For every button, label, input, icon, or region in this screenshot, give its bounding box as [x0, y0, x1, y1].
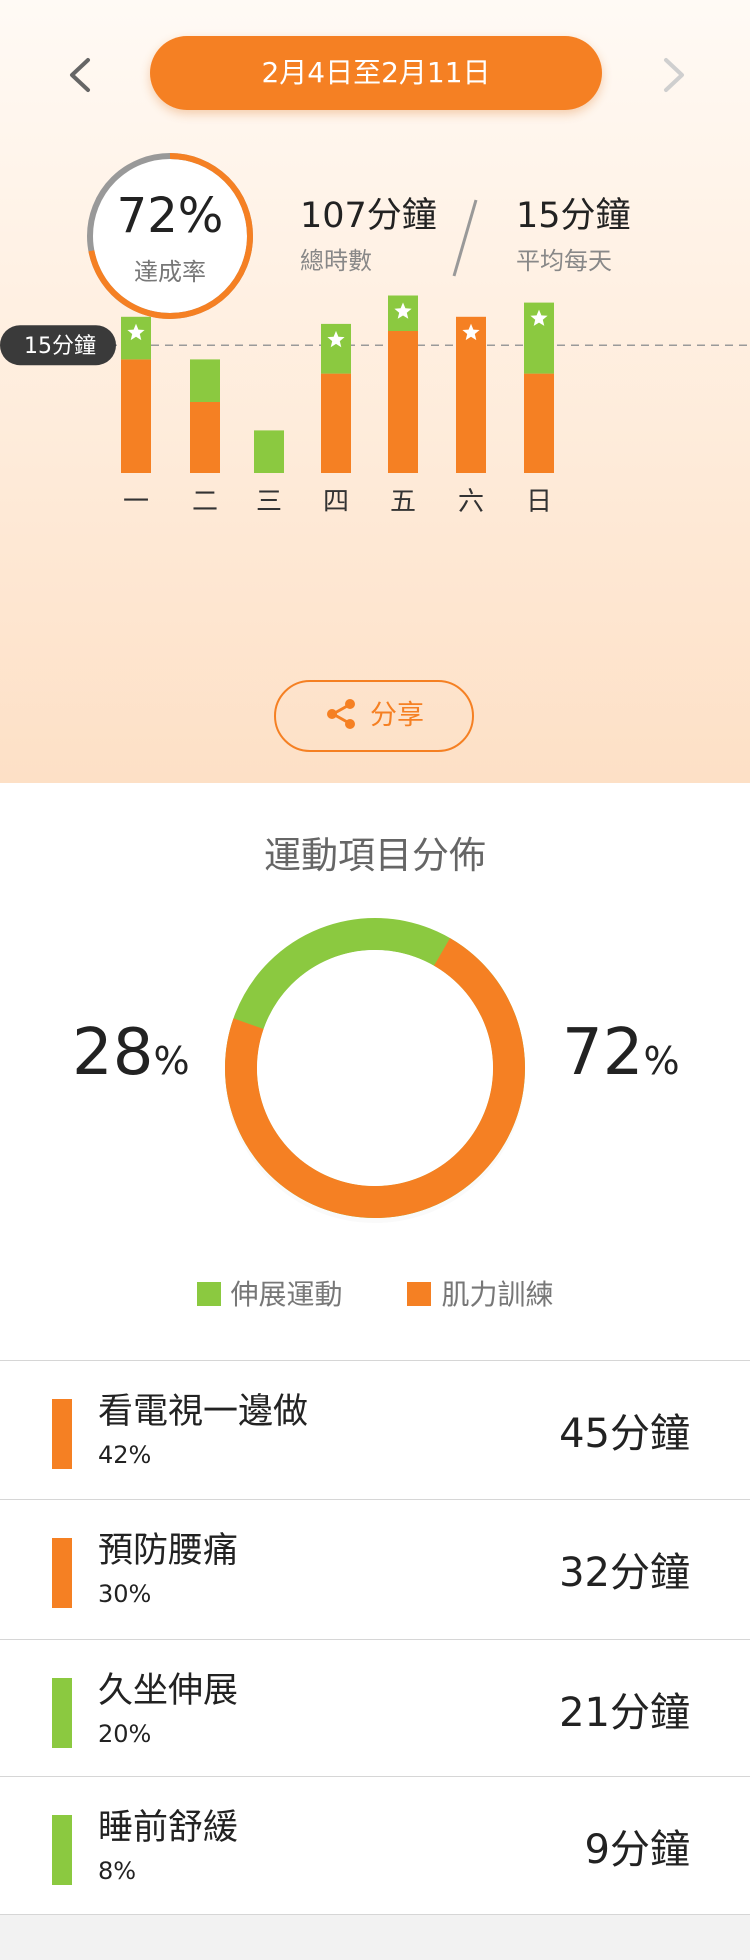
- bar-strength-7: [524, 373, 554, 473]
- activity-duration: 9分鐘: [584, 1827, 690, 1873]
- activity-color-bar: [52, 1815, 72, 1885]
- activity-percentage: 42%: [98, 1441, 152, 1469]
- activity-name: 久坐伸展: [98, 1671, 239, 1711]
- chevron-right-icon: [664, 58, 684, 92]
- next-week-button[interactable]: [642, 50, 702, 100]
- activity-color-bar: [52, 1538, 72, 1608]
- daily-average-label: 平均每天: [516, 247, 612, 275]
- day-label-2: 二: [192, 487, 218, 517]
- list-item[interactable]: 預防腰痛 30% 32分鐘: [0, 1500, 750, 1640]
- share-button[interactable]: 分享: [274, 680, 474, 752]
- strength-percentage-unit: %: [643, 1039, 680, 1083]
- activity-color-bar: [52, 1678, 72, 1748]
- stretch-percentage-value: 28: [72, 1016, 154, 1090]
- distribution-section: 運動項目分佈 28% 72% 伸展運動 肌力訓練: [0, 783, 750, 1360]
- activity-duration: 21分鐘: [559, 1690, 690, 1736]
- daily-average-value: 15分鐘: [516, 196, 631, 236]
- achievement-percentage: 72%: [116, 188, 224, 244]
- bar-strength-2: [190, 402, 220, 473]
- divider-slash: [452, 199, 478, 277]
- activity-list: 看電視一邊做 42% 45分鐘 預防腰痛 30% 32分鐘 久坐伸展 20% 2…: [0, 1360, 750, 1915]
- donut-hole: [257, 950, 493, 1186]
- previous-week-button[interactable]: [52, 50, 112, 100]
- strength-percentage: 72%: [562, 1013, 680, 1101]
- activity-percentage: 30%: [98, 1580, 152, 1608]
- legend-swatch-strength: [407, 1281, 432, 1306]
- activity-percentage: 20%: [98, 1720, 152, 1748]
- day-label-5: 五: [390, 487, 416, 517]
- list-item[interactable]: 久坐伸展 20% 21分鐘: [0, 1640, 750, 1777]
- distribution-title: 運動項目分佈: [264, 834, 486, 877]
- day-label-1: 一: [123, 487, 149, 517]
- list-item[interactable]: 睡前舒緩 8% 9分鐘: [0, 1777, 750, 1915]
- activity-name: 預防腰痛: [98, 1531, 239, 1571]
- legend-label-strength: 肌力訓練: [441, 1278, 554, 1311]
- activity-name: 睡前舒緩: [98, 1808, 239, 1848]
- activity-color-bar: [52, 1399, 72, 1469]
- bar-stretch-3: [254, 430, 284, 473]
- day-label-7: 日: [526, 487, 552, 517]
- bar-strength-6: [456, 316, 486, 473]
- strength-percentage-value: 72: [562, 1016, 644, 1090]
- distribution-legend: 伸展運動 肌力訓練: [0, 1273, 750, 1313]
- activity-duration: 45分鐘: [559, 1411, 690, 1457]
- total-time-value: 107分鐘: [300, 196, 437, 236]
- activity-name: 看電視一邊做: [98, 1392, 309, 1432]
- distribution-donut-chart: [215, 908, 535, 1228]
- date-range-pill[interactable]: 2月4日至2月11日: [150, 36, 602, 110]
- legend-item-stretch: 伸展運動: [196, 1273, 343, 1313]
- legend-item-strength: 肌力訓練: [407, 1273, 553, 1313]
- achievement-label: 達成率: [134, 258, 206, 286]
- legend-label-stretch: 伸展運動: [230, 1278, 343, 1311]
- weekly-bar-chart: 一 二 三 四 五 六 日 15分鐘: [0, 295, 750, 660]
- bar-stretch-2: [190, 359, 220, 402]
- daily-average-stat: 15分鐘 平均每天: [516, 195, 631, 276]
- activity-percentage: 8%: [98, 1857, 137, 1885]
- day-label-3: 三: [256, 487, 282, 517]
- stretch-percentage: 28%: [72, 1013, 190, 1101]
- list-item[interactable]: 看電視一邊做 42% 45分鐘: [0, 1361, 750, 1500]
- bar-strength-1: [121, 359, 151, 473]
- activity-duration: 32分鐘: [559, 1550, 690, 1596]
- legend-swatch-stretch: [196, 1281, 221, 1306]
- bar-stretch-1: [121, 316, 151, 360]
- bar-strength-4: [321, 373, 351, 473]
- day-label-4: 四: [323, 487, 349, 517]
- day-label-6: 六: [458, 487, 484, 517]
- stretch-percentage-unit: %: [153, 1039, 190, 1083]
- total-time-stat: 107分鐘 總時數: [300, 195, 437, 276]
- weekly-summary-section: 2月4日至2月11日 72% 達成率 107分鐘 總時數 15分鐘 平均每天 一…: [0, 0, 750, 783]
- share-icon: [327, 698, 355, 729]
- total-time-label: 總時數: [300, 247, 372, 275]
- share-label: 分享: [370, 700, 424, 731]
- chevron-left-icon: [70, 58, 90, 92]
- goal-label-text: 15分鐘: [24, 334, 96, 359]
- bar-strength-5: [388, 331, 418, 473]
